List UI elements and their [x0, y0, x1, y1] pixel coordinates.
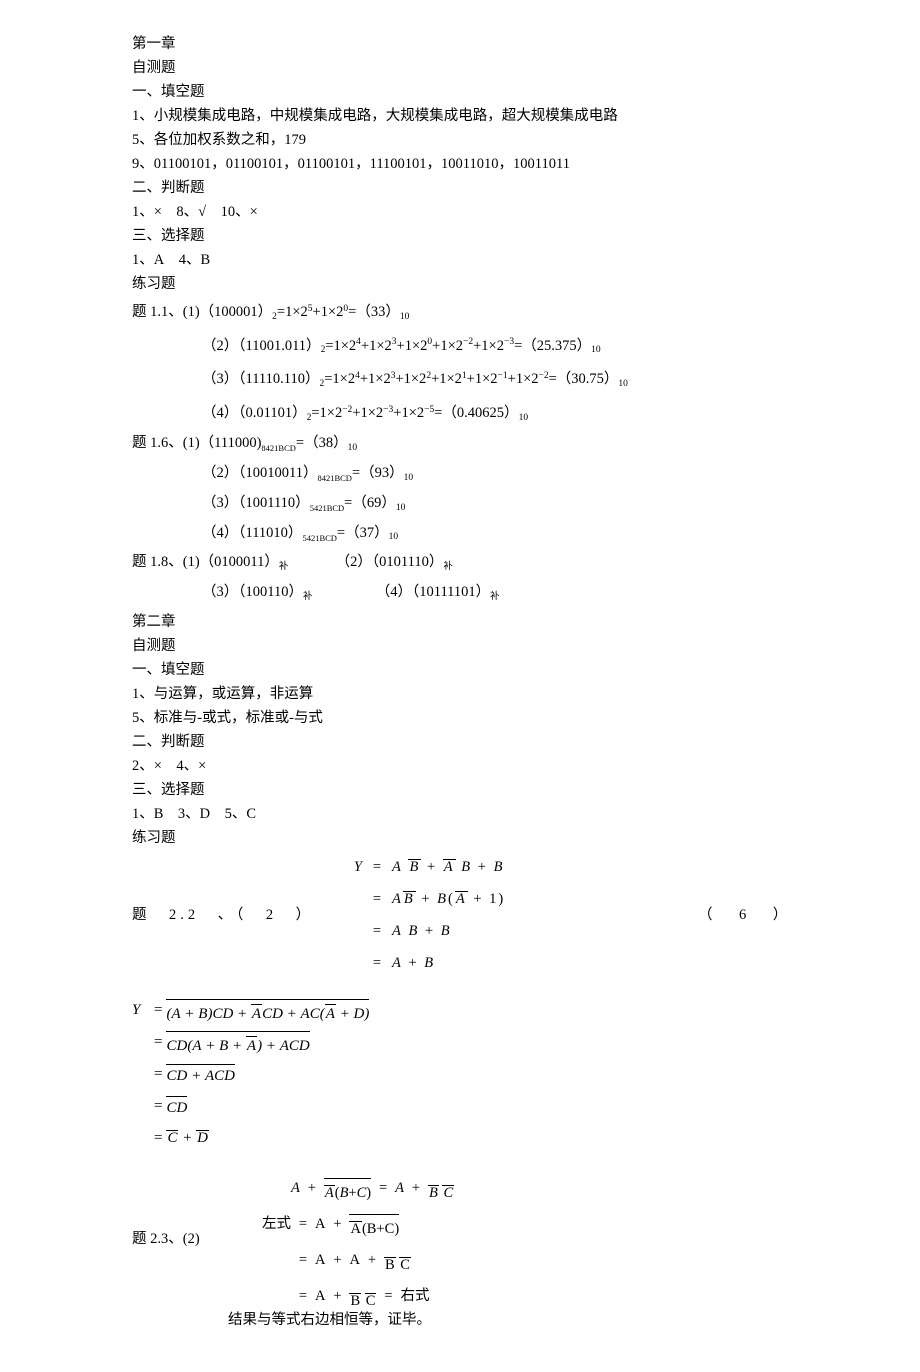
- heading: 一、填空题: [132, 80, 788, 104]
- heading: 第一章: [132, 32, 788, 56]
- math-line: 题 1.6、(1)（111000)8421BCD=（38）10: [132, 431, 788, 461]
- label: 题 2.2 、（ 2 ）: [132, 903, 342, 927]
- math-line: 题 1.1、(1)（100001）2=1×25+1×20=（33）10: [132, 296, 788, 330]
- equation-2-2: 题 2.2 、（ 2 ） Y=A B + A B + B =AB + B(A +…: [132, 854, 788, 976]
- heading: 自测题: [132, 634, 788, 658]
- math-line: （3）（11110.110）2=1×24+1×23+1×22+1×21+1×2−…: [132, 363, 788, 397]
- text: 1、× 8、√ 10、×: [132, 200, 788, 224]
- heading: 第二章: [132, 610, 788, 634]
- text: 2、× 4、×: [132, 754, 788, 778]
- math-line: 题 1.8、(1)（0100011）补 （2）（0101110）补: [132, 550, 788, 580]
- math-line: （3）（1001110）5421BCD=（69）10: [132, 491, 788, 521]
- equation-block: Y= (A + B)CD + ACD + AC(A + D) = CD(A + …: [132, 994, 788, 1154]
- math-line: （3）（100110）补 （4）（10111101）补: [132, 580, 788, 610]
- heading: 练习题: [132, 826, 788, 850]
- text: 9、01100101，01100101，01100101，11100101，10…: [132, 152, 788, 176]
- text: 5、各位加权系数之和，179: [132, 128, 788, 152]
- math-line: （2）（10010011）8421BCD=（93）10: [132, 461, 788, 491]
- label: （ 6 ）: [698, 903, 788, 927]
- equation-2-3: 题 2.3、(2) A+A(B+C)=A+B C 左式=A+A(B+C) =A+…: [132, 1170, 788, 1308]
- label: 题 2.3、(2): [132, 1227, 227, 1251]
- text: 1、小规模集成电路，中规模集成电路，大规模集成电路，超大规模集成电路: [132, 104, 788, 128]
- heading: 练习题: [132, 272, 788, 296]
- heading: 三、选择题: [132, 224, 788, 248]
- heading: 自测题: [132, 56, 788, 80]
- document-page: 第一章 自测题 一、填空题 1、小规模集成电路，中规模集成电路，大规模集成电路，…: [0, 0, 920, 1372]
- heading: 一、填空题: [132, 658, 788, 682]
- text: 5、标准与-或式，标准或-与式: [132, 706, 788, 730]
- text: 1、A 4、B: [132, 248, 788, 272]
- math-line: （2）（11001.011）2=1×24+1×23+1×20+1×2−2+1×2…: [132, 330, 788, 364]
- text: 1、B 3、D 5、C: [132, 802, 788, 826]
- heading: 三、选择题: [132, 778, 788, 802]
- math-line: （4）（111010）5421BCD=（37）10: [132, 521, 788, 551]
- math-line: （4）（0.01101）2=1×2−2+1×2−3+1×2−5=（0.40625…: [132, 397, 788, 431]
- text: 1、与运算，或运算，非运算: [132, 682, 788, 706]
- text: 结果与等式右边相恒等，证毕。: [132, 1308, 788, 1332]
- heading: 二、判断题: [132, 176, 788, 200]
- heading: 二、判断题: [132, 730, 788, 754]
